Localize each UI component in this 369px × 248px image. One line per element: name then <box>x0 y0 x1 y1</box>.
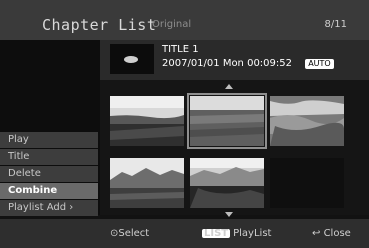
title-datetime-text: 2007/01/01 Mon 00:09:52 <box>162 58 292 69</box>
thumbnail-image <box>190 96 264 146</box>
menu-item-label: Delete <box>8 168 41 179</box>
page-count: 8/11 <box>324 19 347 30</box>
footer-close-hint[interactable]: ↩ Close <box>312 228 351 239</box>
thumbnail-image <box>110 96 184 146</box>
chapter-thumbnail[interactable] <box>270 96 345 146</box>
menu-item-label: Combine <box>8 185 58 196</box>
title-info-row: TITLE 1 2007/01/01 Mon 00:09:52 AUTO <box>100 40 369 80</box>
menu-item-delete[interactable]: Delete <box>0 166 98 182</box>
footer-bar: ⊙Select LIST PlayList ↩ Close <box>0 219 369 248</box>
menu-item-play[interactable]: Play <box>0 132 98 148</box>
thumbnail-image <box>110 158 184 208</box>
return-icon: ↩ <box>312 228 321 239</box>
scroll-down-icon[interactable] <box>225 212 233 217</box>
menu-item-label: Play <box>8 134 29 145</box>
chapter-thumbnail[interactable] <box>110 96 184 146</box>
footer-playlist-hint[interactable]: LIST PlayList <box>202 228 271 239</box>
footer-playlist-label: PlayList <box>233 228 272 239</box>
thumbnail-image <box>190 158 264 208</box>
page-title: Chapter List <box>42 16 157 34</box>
list-button-badge: LIST <box>202 228 231 239</box>
auto-badge: AUTO <box>305 59 334 69</box>
thumbnail-image <box>270 96 345 146</box>
menu-item-label: Title <box>8 151 30 162</box>
page-subtitle: Original <box>152 19 192 30</box>
menu-item-title[interactable]: Title <box>0 149 98 165</box>
disc-icon <box>124 56 138 63</box>
chapter-thumbnail-selected[interactable] <box>187 93 267 149</box>
chapter-thumbnail-empty <box>270 158 344 208</box>
scroll-up-icon[interactable] <box>225 84 233 89</box>
footer-select-hint: ⊙Select <box>110 228 150 239</box>
menu-item-label: Playlist Add › <box>8 202 74 213</box>
menu-item-playlist-add[interactable]: Playlist Add › <box>0 200 98 216</box>
chapter-thumbnail[interactable] <box>110 158 184 208</box>
header: Chapter List Original 8/11 <box>0 0 369 40</box>
menu-item-combine[interactable]: Combine <box>0 183 98 199</box>
footer-close-label: Close <box>323 228 351 239</box>
title-datetime: 2007/01/01 Mon 00:09:52 AUTO <box>162 58 334 69</box>
title-name: TITLE 1 <box>162 44 199 55</box>
title-thumbnail <box>110 44 154 74</box>
chapter-list-screen: Chapter List Original 8/11 TITLE 1 2007/… <box>0 0 369 248</box>
chapter-thumbnail[interactable] <box>190 158 264 208</box>
